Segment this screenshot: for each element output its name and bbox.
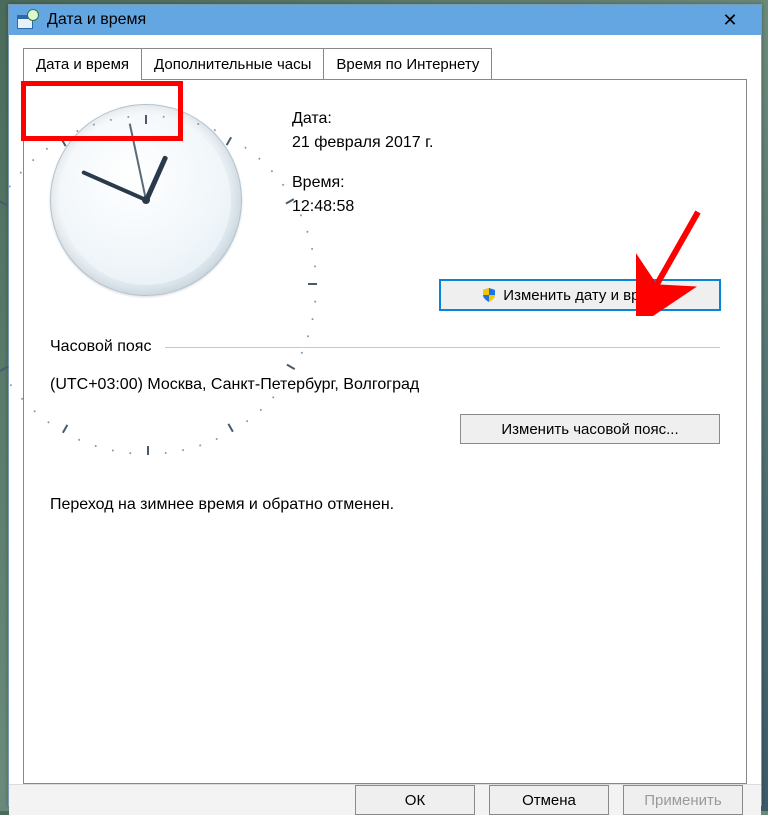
change-date-time-button[interactable]: Изменить дату и время...: [440, 280, 720, 310]
tab-internet-time[interactable]: Время по Интернету: [324, 48, 492, 80]
tab-bar: Дата и время Дополнительные часы Время п…: [23, 47, 747, 79]
time-label: Время:: [292, 174, 433, 192]
window-title: Дата и время: [47, 11, 707, 29]
dialog-footer: ОК Отмена Применить: [9, 784, 761, 815]
titlebar[interactable]: Дата и время ✕: [9, 5, 761, 35]
date-time-dialog: Дата и время ✕ Дата и время Дополнительн…: [8, 4, 762, 806]
date-value: 21 февраля 2017 г.: [292, 134, 433, 152]
tab-page-date-time: Дата: 21 февраля 2017 г. Время: 12:48:58…: [23, 79, 747, 784]
change-date-time-label: Изменить дату и время...: [503, 287, 678, 304]
change-timezone-button[interactable]: Изменить часовой пояс...: [460, 414, 720, 444]
date-time-icon: [17, 11, 37, 29]
divider: [165, 347, 720, 348]
date-time-info: Дата: 21 февраля 2017 г. Время: 12:48:58: [260, 104, 433, 296]
dst-notice: Переход на зимнее время и обратно отмене…: [50, 496, 720, 514]
change-timezone-label: Изменить часовой пояс...: [501, 421, 678, 438]
tab-additional-clocks[interactable]: Дополнительные часы: [142, 48, 324, 80]
uac-shield-icon: [481, 287, 497, 303]
analog-clock: [50, 104, 260, 296]
client-area: Дата и время Дополнительные часы Время п…: [9, 35, 761, 784]
tab-date-time[interactable]: Дата и время: [23, 48, 142, 80]
timezone-header-label: Часовой пояс: [50, 338, 151, 356]
timezone-section-header: Часовой пояс: [50, 338, 720, 356]
close-button[interactable]: ✕: [707, 5, 753, 35]
time-value: 12:48:58: [292, 198, 433, 216]
date-label: Дата:: [292, 110, 433, 128]
timezone-value: (UTC+03:00) Москва, Санкт-Петербург, Вол…: [50, 376, 720, 394]
